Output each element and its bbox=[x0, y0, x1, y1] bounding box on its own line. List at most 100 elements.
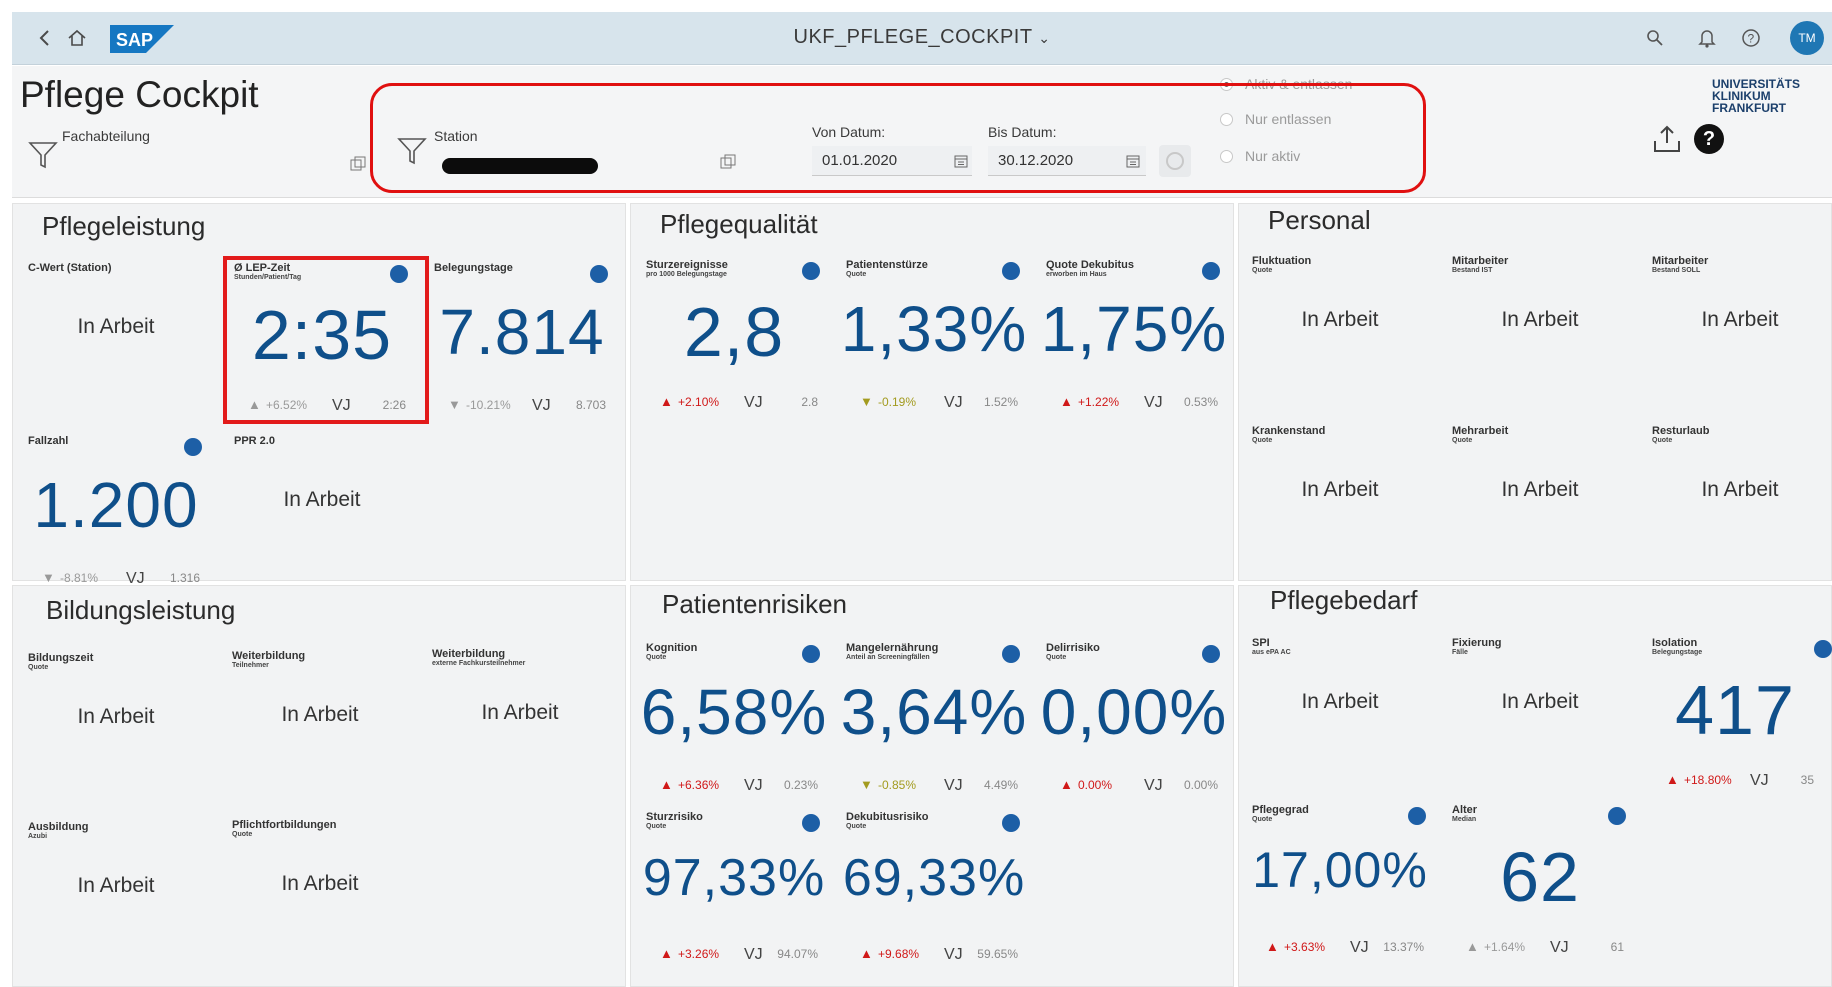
tile-status: In Arbeit bbox=[1301, 308, 1379, 331]
tile-title: SPI bbox=[1252, 637, 1270, 649]
avatar[interactable]: TM bbox=[1790, 21, 1824, 55]
tile-pflegegrad[interactable]: Pflegegrad Quote 17,00% ▲ +3.63% VJ 13.37% bbox=[1240, 797, 1440, 967]
tile-subtitle: Quote bbox=[1252, 267, 1273, 274]
help-button[interactable]: ? bbox=[1738, 25, 1764, 51]
back-icon bbox=[39, 30, 49, 46]
tile-fluktuation[interactable]: Fluktuation Quote In Arbeit bbox=[1240, 248, 1440, 418]
filter-icon[interactable] bbox=[28, 140, 58, 170]
tile-ppr[interactable]: PPR 2.0 In Arbeit bbox=[222, 428, 422, 598]
tile-footer: ▲ +18.80% VJ 35 bbox=[1652, 772, 1820, 790]
tile-title: Fixierung bbox=[1452, 637, 1502, 649]
tile-krankenstand[interactable]: Krankenstand Quote In Arbeit bbox=[1240, 418, 1440, 588]
highlight-annotation bbox=[370, 83, 1426, 193]
tile-title: Pflichtfortbildungen bbox=[232, 819, 337, 831]
tile-subtitle: Quote bbox=[846, 823, 867, 830]
tile-sturzrisiko[interactable]: Sturzrisiko Quote 97,33% ▲ +3.26% VJ 94.07% bbox=[634, 804, 834, 974]
trend-up-icon: ▲ bbox=[1060, 394, 1073, 409]
tile-quote-dekubitus[interactable]: Quote Dekubitus erworben im Haus 1,75% ▲… bbox=[1034, 252, 1234, 422]
tile-title: Dekubitusrisiko bbox=[846, 811, 929, 823]
tile-value: 1,33% bbox=[840, 293, 1028, 365]
help-circle-icon[interactable]: ? bbox=[1694, 124, 1724, 154]
prev-year-value: 13.37% bbox=[1383, 940, 1424, 954]
tile-pflichtfortbildungen[interactable]: Pflichtfortbildungen Quote In Arbeit bbox=[220, 812, 420, 982]
tile-value: 1.200 bbox=[33, 469, 199, 541]
tile-value: 1,75% bbox=[1040, 293, 1228, 365]
sap-logo-icon: SAP bbox=[110, 25, 174, 53]
back-button[interactable] bbox=[32, 25, 58, 51]
tile-mangelernaehrung[interactable]: Mangelernährung Anteil an Screeningfälle… bbox=[834, 635, 1034, 805]
trend-pct: -0.85% bbox=[878, 778, 917, 792]
vj-label: VJ bbox=[1144, 777, 1163, 794]
trend-pct: 0.00% bbox=[1078, 778, 1113, 792]
tile-dekubitusrisiko[interactable]: Dekubitusrisiko Quote 69,33% ▲ +9.68% VJ 59… bbox=[834, 804, 1034, 974]
prev-year-value: 0.53% bbox=[1183, 395, 1218, 409]
tile-value: 69,33% bbox=[842, 849, 1026, 907]
trend-up-icon: ▲ bbox=[660, 394, 673, 409]
tile-title: Mehrarbeit bbox=[1452, 425, 1509, 437]
tile-title: Quote Dekubitus bbox=[1046, 259, 1135, 271]
tile-status: In Arbeit bbox=[1501, 690, 1579, 713]
tile-resturlaub[interactable]: Resturlaub Quote In Arbeit bbox=[1640, 418, 1832, 588]
status-dot-icon bbox=[802, 262, 820, 280]
tile-title: Alter bbox=[1452, 804, 1478, 816]
tile-subtitle: Quote bbox=[232, 831, 253, 838]
status-dot-icon bbox=[1608, 807, 1626, 825]
tile-delirrisiko[interactable]: Delirrisiko Quote 0,00% ▲ 0.00% VJ 0.00% bbox=[1034, 635, 1234, 805]
tile-subtitle: Azubi bbox=[28, 833, 48, 840]
fachabteilung-field[interactable] bbox=[62, 152, 362, 180]
prev-year-value: 0.23% bbox=[783, 778, 818, 792]
prev-year-value: 35 bbox=[1800, 773, 1814, 787]
tile-cwert[interactable]: C-Wert (Station) In Arbeit bbox=[16, 255, 216, 425]
trend-pct: +2.10% bbox=[678, 395, 720, 409]
trend-up-icon: ▲ bbox=[860, 946, 873, 961]
tile-status: In Arbeit bbox=[481, 701, 559, 724]
trend-pct: +3.63% bbox=[1284, 940, 1326, 954]
app-title: UKF_PFLEGE_COCKPIT bbox=[793, 26, 1033, 48]
prev-year-value: 4.49% bbox=[983, 778, 1018, 792]
tile-value: 2,8 bbox=[683, 293, 785, 371]
tile-fixierung[interactable]: Fixierung Fälle In Arbeit bbox=[1440, 630, 1640, 800]
tile-mitarbeiter-ist[interactable]: Mitarbeiter Bestand IST In Arbeit bbox=[1440, 248, 1640, 418]
value-help-icon[interactable] bbox=[350, 156, 366, 172]
vj-label: VJ bbox=[944, 777, 963, 794]
tile-sturzereignisse[interactable]: Sturzereignisse pro 1000 Belegungstage 2… bbox=[634, 252, 834, 422]
tile-subtitle: pro 1000 Belegungstage bbox=[646, 271, 727, 278]
tile-bildungszeit[interactable]: Bildungszeit Quote In Arbeit bbox=[16, 645, 216, 815]
tile-weiterbildung-teilnehmer[interactable]: Weiterbildung Teilnehmer In Arbeit bbox=[220, 643, 420, 813]
tile-title: Patientenstürze bbox=[846, 259, 928, 271]
tile-mitarbeiter-soll[interactable]: Mitarbeiter Bestand SOLL In Arbeit bbox=[1640, 248, 1832, 418]
tile-isolation[interactable]: Isolation Belegungstage 417 ▲ +18.80% VJ 35 bbox=[1640, 630, 1832, 800]
tile-title: Weiterbildung bbox=[232, 650, 306, 662]
tile-alter[interactable]: Alter Median 62 ▲ +1.64% VJ 61 bbox=[1440, 797, 1640, 967]
trend-up-icon: ▲ bbox=[660, 946, 673, 961]
trend-up-icon: ▲ bbox=[1266, 939, 1279, 954]
tile-weiterbildung-extern[interactable]: Weiterbildung externe Fachkursteilnehmer… bbox=[420, 641, 620, 811]
tile-belegungstage[interactable]: Belegungstage 7.814 ▼ -10.21% VJ 8.703 bbox=[422, 255, 622, 425]
svg-text:?: ? bbox=[1748, 32, 1755, 46]
app-title-menu[interactable]: UKF_PFLEGE_COCKPIT ⌄ bbox=[572, 26, 1272, 49]
status-dot-icon bbox=[1202, 645, 1220, 663]
tile-mehrarbeit[interactable]: Mehrarbeit Quote In Arbeit bbox=[1440, 418, 1640, 588]
notifications-button[interactable] bbox=[1694, 25, 1720, 51]
tile-value: 417 bbox=[1675, 671, 1795, 749]
vj-label: VJ bbox=[1750, 772, 1769, 789]
tile-fallzahl[interactable]: Fallzahl 1.200 ▼ -8.81% VJ 1.316 bbox=[16, 428, 216, 598]
tile-subtitle: Quote bbox=[846, 271, 867, 278]
tile-subtitle: Quote bbox=[1252, 816, 1273, 823]
search-icon bbox=[1647, 30, 1663, 46]
section-title: Pflegebedarf bbox=[1270, 585, 1418, 615]
tile-subtitle: Median bbox=[1452, 816, 1477, 823]
trend-up-icon: ▲ bbox=[660, 777, 673, 792]
tile-title: Weiterbildung bbox=[432, 648, 506, 660]
tile-ausbildung[interactable]: Ausbildung Azubi In Arbeit bbox=[16, 814, 216, 984]
export-icon[interactable] bbox=[1652, 124, 1682, 154]
home-button[interactable] bbox=[64, 25, 90, 51]
sap-logo[interactable]: SAP bbox=[110, 25, 174, 53]
tile-patientenstuerze[interactable]: Patientenstürze Quote 1,33% ▼ -0.19% VJ 1.5… bbox=[834, 252, 1034, 422]
tile-title: Mangelernährung bbox=[846, 642, 939, 654]
tile-kognition[interactable]: Kognition Quote 6,58% ▲ +6.36% VJ 0.23% bbox=[634, 635, 834, 805]
tile-spi[interactable]: SPI aus ePA AC In Arbeit bbox=[1240, 630, 1440, 800]
tile-status: In Arbeit bbox=[283, 488, 361, 511]
search-button[interactable] bbox=[1642, 25, 1668, 51]
trend-down-icon: ▼ bbox=[448, 397, 461, 412]
